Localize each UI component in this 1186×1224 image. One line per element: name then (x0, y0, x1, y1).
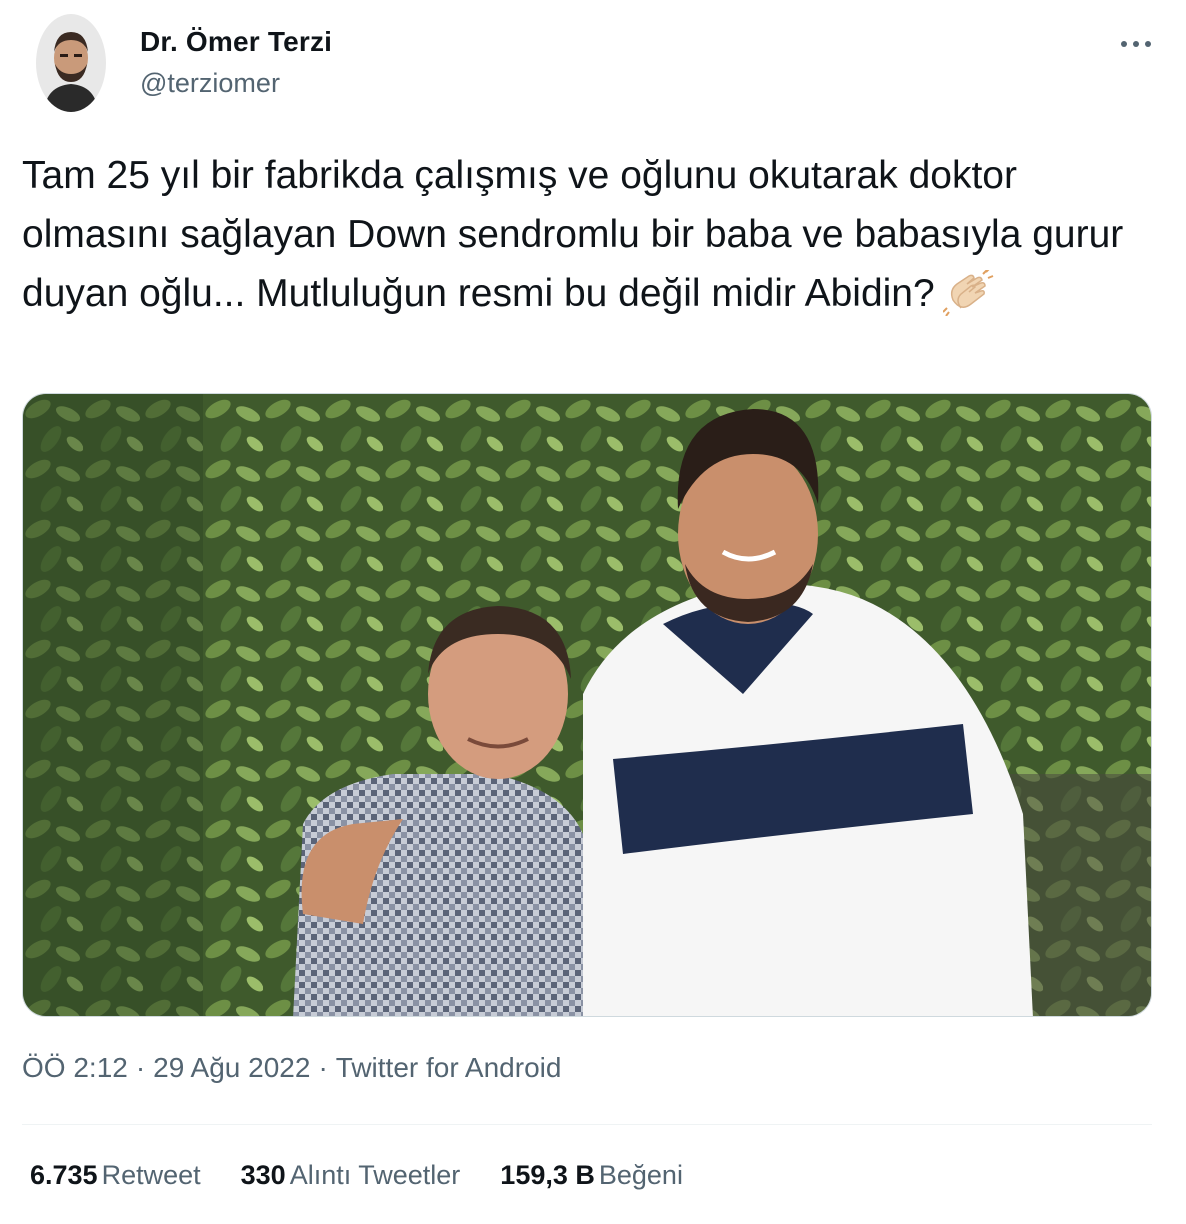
tweet-photo[interactable] (22, 393, 1152, 1017)
quote-tweets-label: Alıntı Tweetler (289, 1160, 461, 1190)
tweet-meta: ÖÖ 2:12 · 29 Ağu 2022 · Twitter for Android (22, 1052, 561, 1084)
retweets-stat[interactable]: 6.735 Retweet (30, 1160, 201, 1191)
quote-tweets-stat[interactable]: 330 Alıntı Tweetler (241, 1160, 461, 1191)
tweet-date[interactable]: 29 Ağu 2022 (153, 1052, 310, 1083)
meta-separator: · (318, 1052, 328, 1083)
author-handle[interactable]: @terziomer (140, 68, 280, 99)
author-display-name[interactable]: Dr. Ömer Terzi (140, 26, 332, 58)
tweet-stats: 6.735 Retweet 330 Alıntı Tweetler 159,3 BB… (30, 1160, 723, 1191)
tweet-source-link[interactable]: Twitter for Android (336, 1052, 562, 1083)
likes-count: 159,3 B (500, 1160, 595, 1190)
stats-divider (22, 1124, 1152, 1125)
more-horizontal-icon (1120, 35, 1152, 53)
quote-tweets-count: 330 (240, 1160, 286, 1190)
clapping-hands-icon (941, 268, 995, 333)
more-options-button[interactable] (1116, 24, 1156, 64)
retweets-label: Retweet (101, 1160, 201, 1190)
likes-label: Beğeni (598, 1160, 683, 1190)
tweet-text-container: Tam 25 yıl bir fabrikda çalışmış ve oğlu… (22, 146, 1162, 333)
tweet-card: Dr. Ömer Terzi @terziomer Tam 25 yıl bir… (0, 0, 1186, 1224)
retweets-count: 6.735 (30, 1160, 98, 1190)
tweet-time[interactable]: ÖÖ 2:12 (22, 1052, 128, 1083)
likes-stat[interactable]: 159,3 B Beğeni (500, 1160, 683, 1191)
author-avatar[interactable] (36, 14, 106, 112)
meta-separator: · (135, 1052, 146, 1083)
